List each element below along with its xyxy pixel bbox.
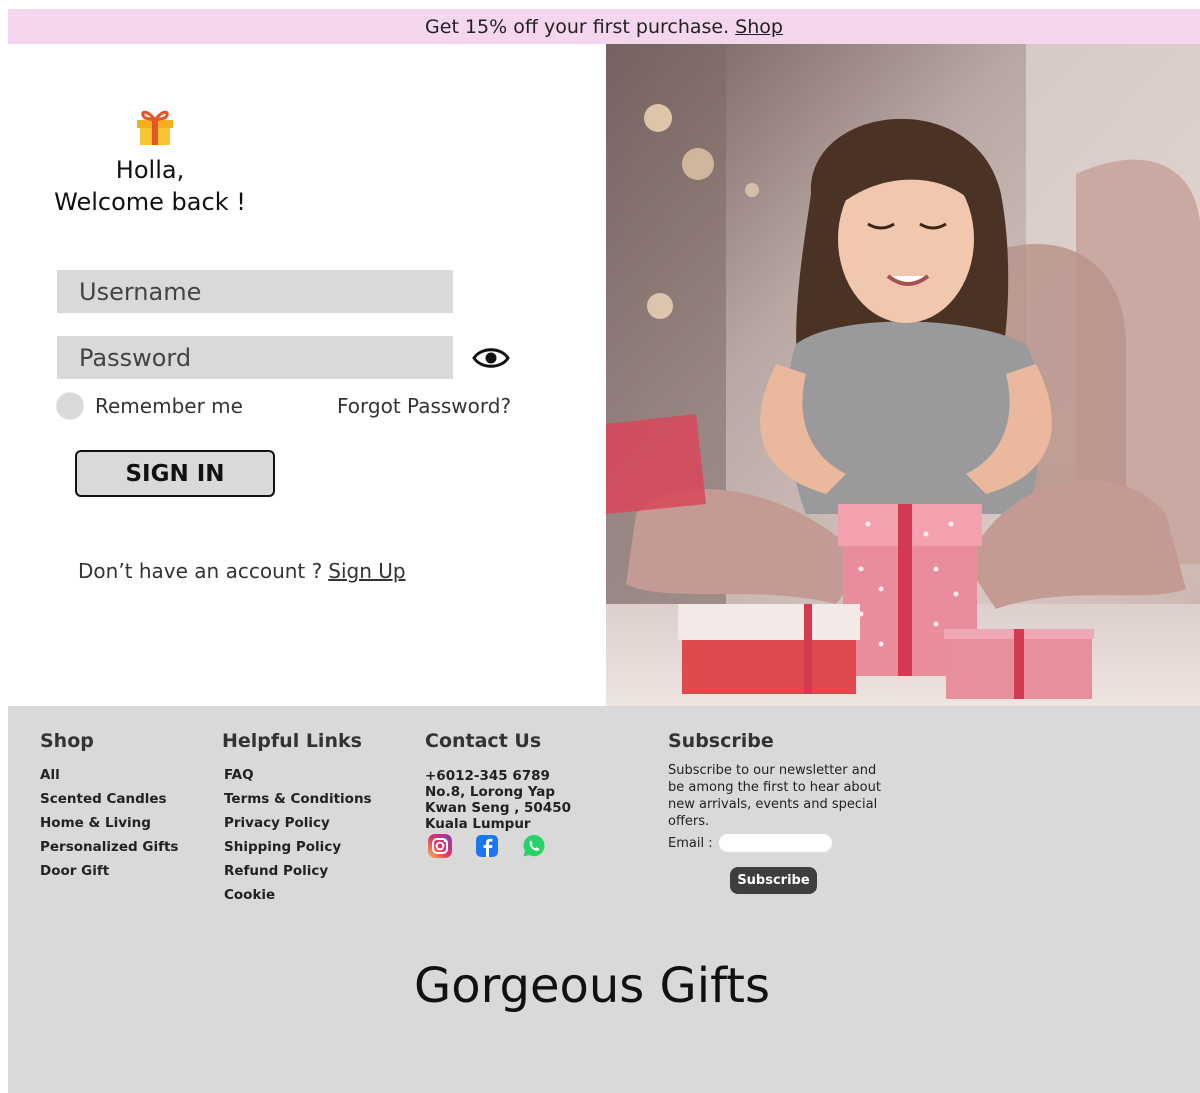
footer-shop-link[interactable]: Scented Candles xyxy=(40,790,178,814)
footer-shop-title: Shop xyxy=(40,730,94,752)
whatsapp-icon[interactable] xyxy=(520,832,548,860)
subscribe-button[interactable]: Subscribe xyxy=(730,867,817,894)
sign-up-link[interactable]: Sign Up xyxy=(328,559,405,583)
sign-in-button[interactable]: SIGN IN xyxy=(75,450,275,497)
footer-contact-title: Contact Us xyxy=(425,730,542,752)
footer-helpful-link[interactable]: Shipping Policy xyxy=(224,838,372,862)
no-account-text: Don’t have an account ? xyxy=(78,559,323,583)
contact-address: No.8, Lorong Yap Kwan Seng , 50450 Kuala… xyxy=(425,784,572,832)
footer-shop-link[interactable]: All xyxy=(40,766,178,790)
greeting-line-2: Welcome back ! xyxy=(54,188,246,216)
footer-shop-list: All Scented Candles Home & Living Person… xyxy=(40,766,178,886)
brand-name: Gorgeous Gifts xyxy=(414,958,770,1014)
footer-helpful-title: Helpful Links xyxy=(222,730,362,752)
promo-banner: Get 15% off your first purchase. Shop xyxy=(8,9,1200,44)
subscribe-email-row: Email : xyxy=(668,834,832,852)
footer-helpful-link[interactable]: FAQ xyxy=(224,766,372,790)
contact-details: +6012-345 6789 No.8, Lorong Yap Kwan Sen… xyxy=(425,768,595,832)
footer-shop-link[interactable]: Personalized Gifts xyxy=(40,838,178,862)
promo-shop-link[interactable]: Shop xyxy=(735,16,783,38)
social-links xyxy=(426,832,548,860)
footer-helpful-link[interactable]: Refund Policy xyxy=(224,862,372,886)
footer-helpful-link[interactable]: Cookie xyxy=(224,886,372,910)
page: Get 15% off your first purchase. Shop Ho… xyxy=(0,0,1200,1093)
footer-shop-link[interactable]: Home & Living xyxy=(40,814,178,838)
facebook-icon[interactable] xyxy=(473,832,501,860)
footer-helpful-link[interactable]: Privacy Policy xyxy=(224,814,372,838)
subscribe-email-input[interactable] xyxy=(718,834,832,852)
signup-prompt: Don’t have an account ? Sign Up xyxy=(78,559,406,583)
forgot-password-link[interactable]: Forgot Password? xyxy=(337,394,511,418)
password-input[interactable] xyxy=(57,336,453,379)
footer-helpful-list: FAQ Terms & Conditions Privacy Policy Sh… xyxy=(224,766,372,910)
hero-image xyxy=(606,44,1200,706)
show-password-eye-icon[interactable] xyxy=(471,344,511,372)
contact-phone: +6012-345 6789 xyxy=(425,768,550,784)
girl-opening-gifts-illustration xyxy=(606,44,1200,706)
footer-helpful-link[interactable]: Terms & Conditions xyxy=(224,790,372,814)
subscribe-description: Subscribe to our newsletter and be among… xyxy=(668,763,881,829)
email-label: Email : xyxy=(668,835,713,851)
gift-icon xyxy=(137,110,173,145)
login-panel: Holla, Welcome back ! Remember me Forgot… xyxy=(8,44,606,706)
remember-me-toggle[interactable]: Remember me xyxy=(56,392,243,420)
username-input[interactable] xyxy=(57,270,453,313)
footer: Shop All Scented Candles Home & Living P… xyxy=(8,706,1200,1093)
instagram-icon[interactable] xyxy=(426,832,454,860)
promo-text: Get 15% off your first purchase. xyxy=(425,15,730,38)
remember-me-radio[interactable] xyxy=(56,392,84,420)
remember-me-label: Remember me xyxy=(95,394,243,418)
greeting-line-1: Holla, xyxy=(115,156,185,184)
footer-subscribe-title: Subscribe xyxy=(668,730,774,752)
welcome-greeting: Holla, Welcome back ! xyxy=(48,154,252,218)
footer-shop-link[interactable]: Door Gift xyxy=(40,862,178,886)
